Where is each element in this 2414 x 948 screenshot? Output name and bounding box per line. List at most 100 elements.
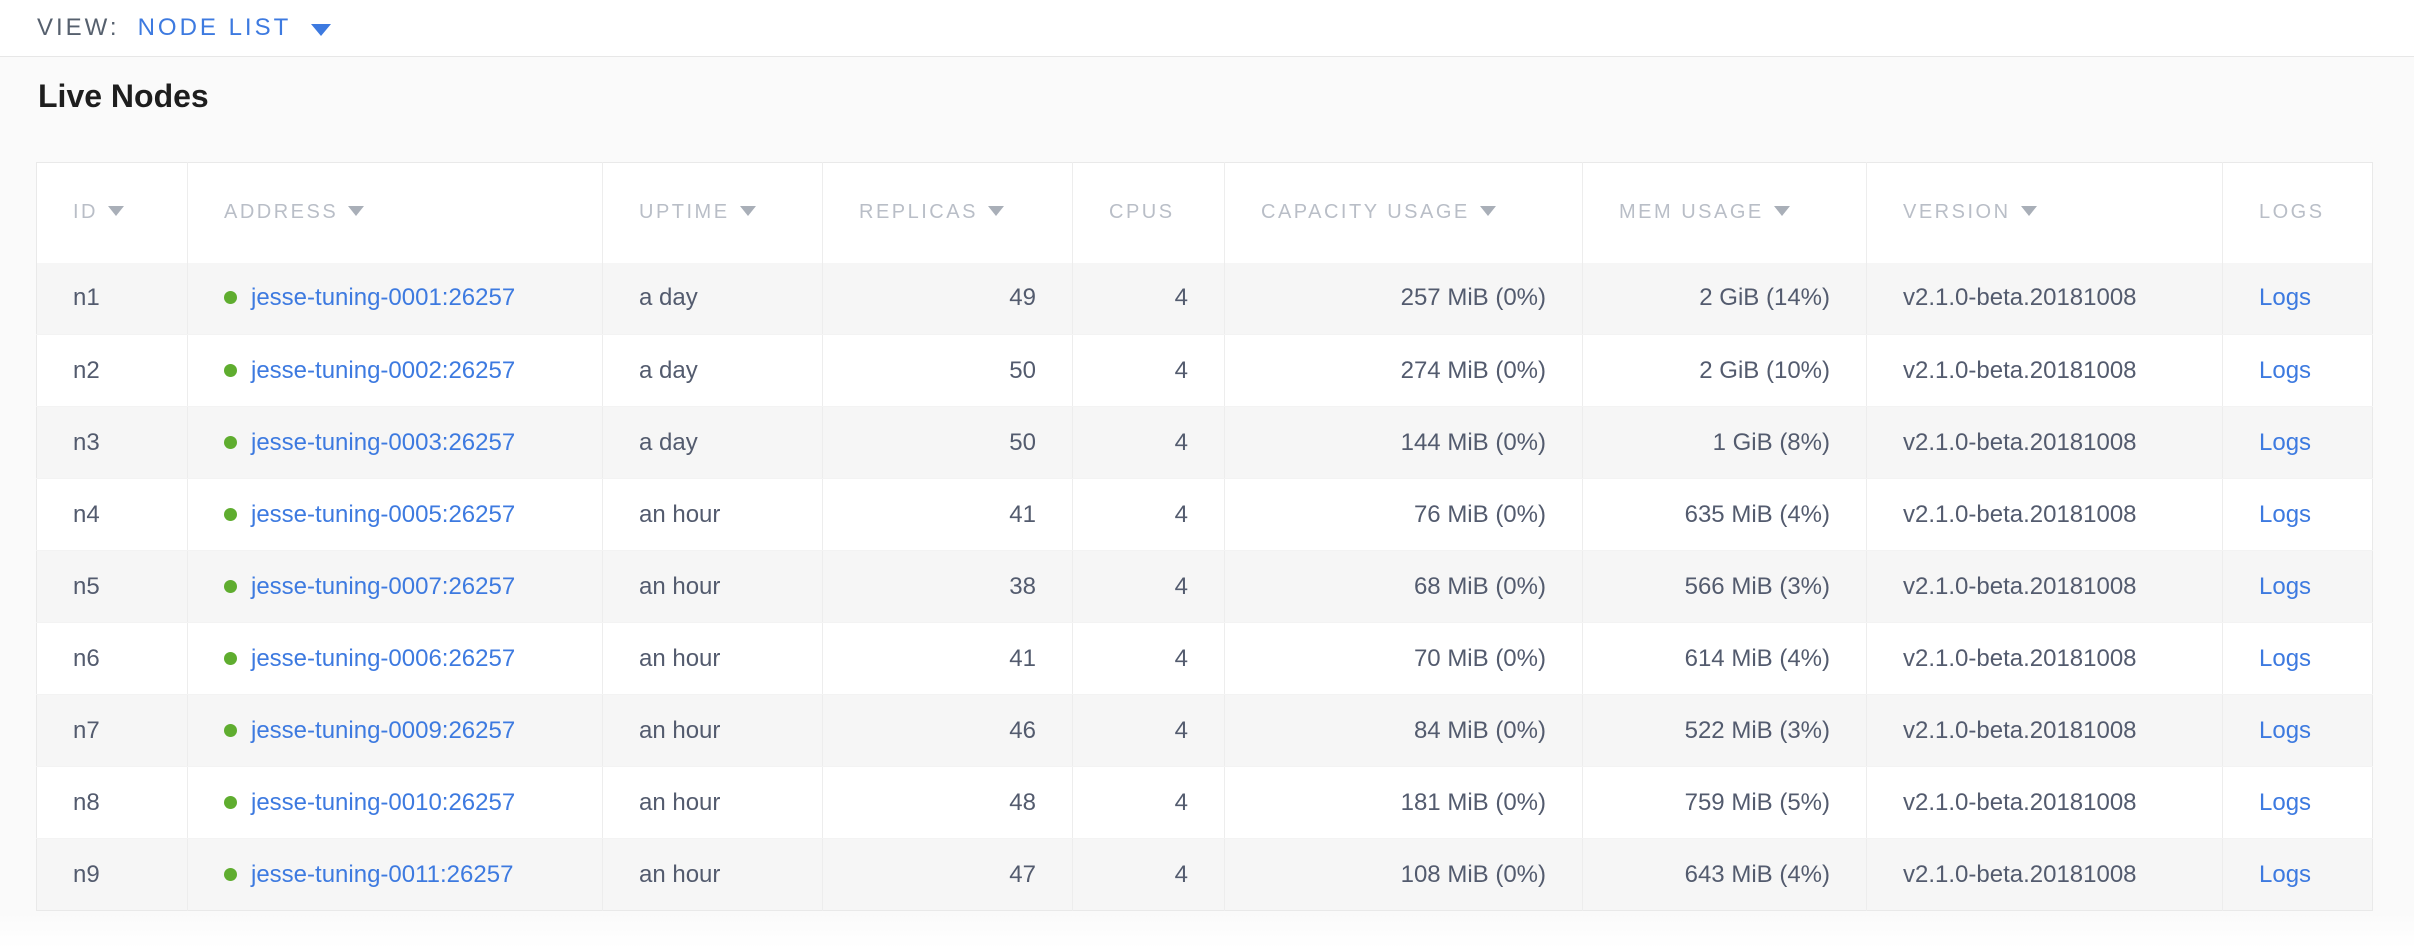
column-header-address[interactable]: ADDRESS (188, 163, 603, 263)
live-nodes-table: IDADDRESSUPTIMEREPLICASCPUSCAPACITY USAG… (36, 162, 2373, 911)
cell-version: v2.1.0-beta.20181008 (1867, 479, 2223, 551)
node-live-dot-icon (224, 796, 237, 809)
node-live-dot-icon (224, 436, 237, 449)
column-header-label: ID (73, 201, 98, 223)
cell-cpus: 4 (1073, 335, 1225, 407)
node-address-link[interactable]: jesse-tuning-0002:26257 (251, 357, 515, 384)
sort-desc-triangle-icon (1774, 206, 1790, 216)
sort-desc-triangle-icon (348, 206, 364, 216)
node-logs-link[interactable]: Logs (2259, 861, 2311, 888)
column-header-version[interactable]: VERSION (1867, 163, 2223, 263)
cell-capacity: 84 MiB (0%) (1225, 695, 1583, 767)
cell-replicas: 48 (823, 767, 1073, 839)
node-logs-link[interactable]: Logs (2259, 717, 2311, 744)
cell-version: v2.1.0-beta.20181008 (1867, 767, 2223, 839)
cell-uptime: an hour (603, 839, 823, 911)
cell-id: n6 (37, 623, 188, 695)
node-logs-link[interactable]: Logs (2259, 284, 2311, 311)
cell-mem: 2 GiB (10%) (1583, 335, 1867, 407)
cell-version: v2.1.0-beta.20181008 (1867, 263, 2223, 335)
page-title: Live Nodes (38, 77, 2372, 115)
cell-id: n7 (37, 695, 188, 767)
caret-down-icon (311, 24, 331, 36)
column-header-label: LOGS (2259, 201, 2325, 223)
sort-desc-triangle-icon (740, 206, 756, 216)
node-logs-link[interactable]: Logs (2259, 645, 2311, 672)
view-selector-dropdown[interactable]: NODE LIST (138, 14, 332, 42)
table-row: n7 jesse-tuning-0009:26257 an hour46484 Mi… (37, 695, 2373, 767)
cell-uptime: an hour (603, 551, 823, 623)
column-header-label: UPTIME (639, 201, 730, 223)
node-live-dot-icon (224, 580, 237, 593)
table-row: n9jesse-tuning-0011:26257an hour474108 M… (37, 839, 2373, 911)
node-address-link[interactable]: jesse-tuning-0001:26257 (251, 284, 515, 311)
cell-capacity: 108 MiB (0%) (1225, 839, 1583, 911)
cell-cpus: 4 (1073, 623, 1225, 695)
cell-cpus: 4 (1073, 479, 1225, 551)
node-logs-link[interactable]: Logs (2259, 429, 2311, 456)
cell-capacity: 70 MiB (0%) (1225, 623, 1583, 695)
column-header-uptime[interactable]: UPTIME (603, 163, 823, 263)
sort-desc-triangle-icon (2021, 206, 2037, 216)
cell-cpus: 4 (1073, 695, 1225, 767)
column-header-replicas[interactable]: REPLICAS (823, 163, 1073, 263)
view-selected-value[interactable]: NODE LIST (138, 14, 292, 42)
node-live-dot-icon (224, 652, 237, 665)
cell-mem: 2 GiB (14%) (1583, 263, 1867, 335)
cell-id: n3 (37, 407, 188, 479)
cell-address: jesse-tuning-0010:26257 (188, 767, 603, 839)
column-header-label: MEM USAGE (1619, 201, 1764, 223)
cell-uptime: a day (603, 407, 823, 479)
table-row: n4jesse-tuning-0005:26257an hour41476 Mi… (37, 479, 2373, 551)
table-row: n2jesse-tuning-0002:26257a day504274 MiB… (37, 335, 2373, 407)
column-header-id[interactable]: ID (37, 163, 188, 263)
node-logs-link[interactable]: Logs (2259, 357, 2311, 384)
cell-replicas: 50 (823, 407, 1073, 479)
cell-uptime: a day (603, 263, 823, 335)
table-row: n3jesse-tuning-0003:26257a day504144 MiB… (37, 407, 2373, 479)
node-address-link[interactable]: jesse-tuning-0005:26257 (251, 501, 515, 528)
cell-logs: Logs (2223, 551, 2373, 623)
table-row: n8jesse-tuning-0010:26257an hour484181 M… (37, 767, 2373, 839)
cell-replicas: 41 (823, 623, 1073, 695)
cell-uptime: an hour (603, 695, 823, 767)
cell-replicas: 38 (823, 551, 1073, 623)
node-address-link[interactable]: jesse-tuning-0010:26257 (251, 789, 515, 816)
cell-mem: 759 MiB (5%) (1583, 767, 1867, 839)
cell-logs: Logs (2223, 407, 2373, 479)
cell-logs: Logs (2223, 767, 2373, 839)
cell-mem: 614 MiB (4%) (1583, 623, 1867, 695)
cell-logs: Logs (2223, 623, 2373, 695)
column-header-capacity[interactable]: CAPACITY USAGE (1225, 163, 1583, 263)
cell-address: jesse-tuning-0003:26257 (188, 407, 603, 479)
table-row: n6jesse-tuning-0006:26257an hour41470 Mi… (37, 623, 2373, 695)
node-live-dot-icon (224, 364, 237, 377)
cell-mem: 566 MiB (3%) (1583, 551, 1867, 623)
column-header-mem[interactable]: MEM USAGE (1583, 163, 1867, 263)
cell-id: n4 (37, 479, 188, 551)
cell-uptime: a day (603, 335, 823, 407)
node-logs-link[interactable]: Logs (2259, 501, 2311, 528)
cell-logs: Logs (2223, 695, 2373, 767)
view-toolbar: VIEW: NODE LIST (0, 0, 2414, 57)
node-address-link[interactable]: jesse-tuning-0006:26257 (251, 645, 515, 672)
cell-address: jesse-tuning-0005:26257 (188, 479, 603, 551)
node-live-dot-icon (224, 868, 237, 881)
cell-replicas: 46 (823, 695, 1073, 767)
cell-replicas: 47 (823, 839, 1073, 911)
cell-version: v2.1.0-beta.20181008 (1867, 335, 2223, 407)
column-header-label: CAPACITY USAGE (1261, 201, 1470, 223)
cell-address: jesse-tuning-0002:26257 (188, 335, 603, 407)
node-address-link[interactable]: jesse-tuning-0011:26257 (251, 861, 513, 888)
node-logs-link[interactable]: Logs (2259, 789, 2311, 816)
column-header-logs: LOGS (2223, 163, 2373, 263)
node-address-link[interactable]: jesse-tuning-0009:26257 (251, 717, 515, 744)
cell-address: jesse-tuning-0009:26257 (188, 695, 603, 767)
node-logs-link[interactable]: Logs (2259, 573, 2311, 600)
cell-cpus: 4 (1073, 263, 1225, 335)
table-row: n5jesse-tuning-0007:26257an hour38468 Mi… (37, 551, 2373, 623)
node-address-link[interactable]: jesse-tuning-0007:26257 (251, 573, 515, 600)
cell-logs: Logs (2223, 839, 2373, 911)
node-address-link[interactable]: jesse-tuning-0003:26257 (251, 429, 515, 456)
table-header-row: IDADDRESSUPTIMEREPLICASCPUSCAPACITY USAG… (37, 163, 2373, 263)
